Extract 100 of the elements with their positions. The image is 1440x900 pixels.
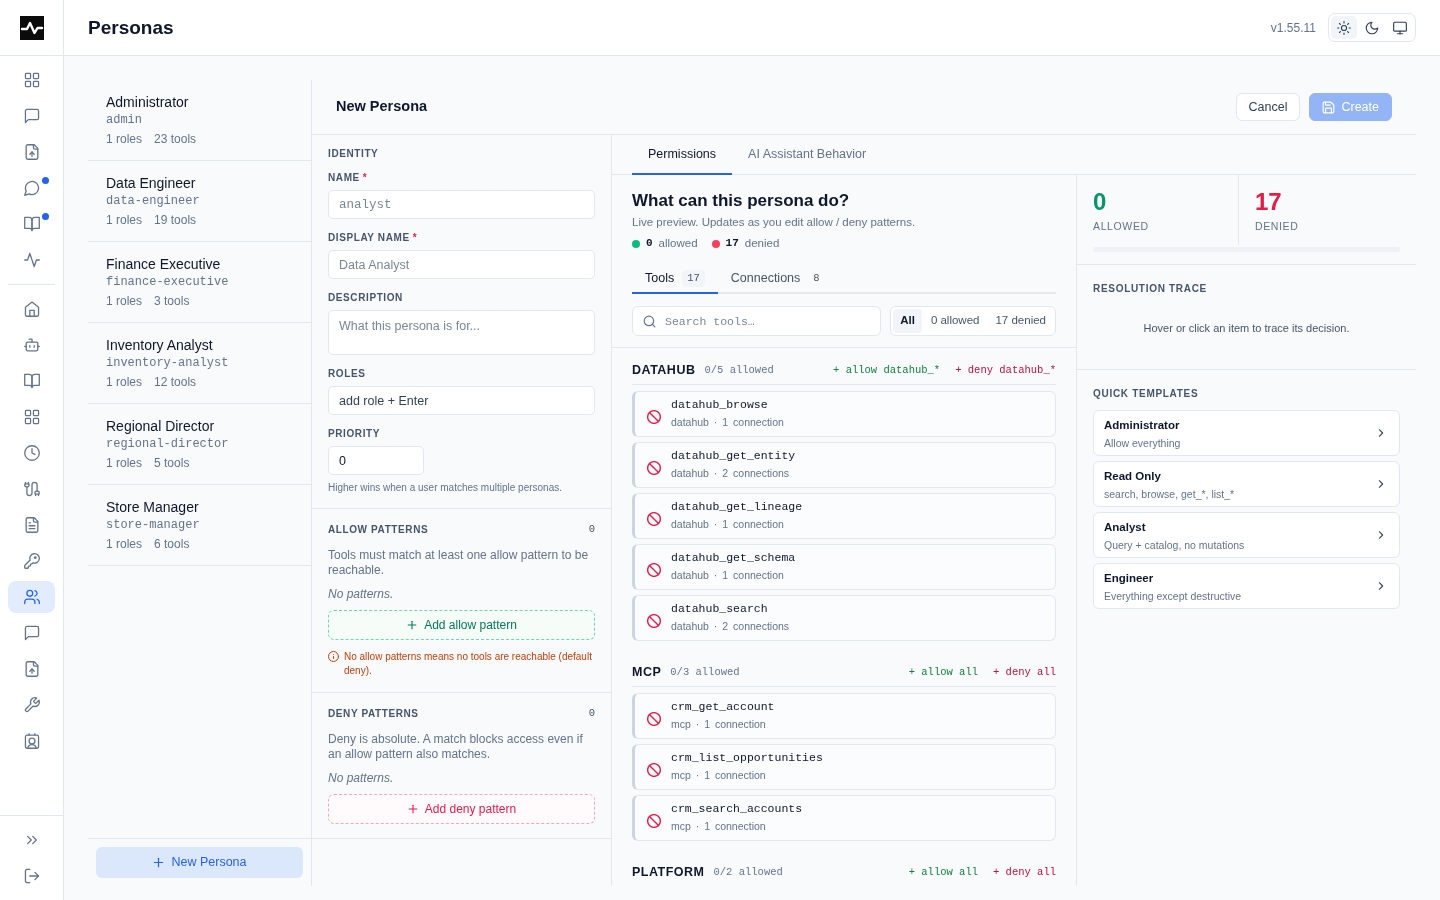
persona-name: Administrator [106, 93, 190, 111]
template-card[interactable]: Administrator Allow everything [1093, 410, 1400, 456]
roles-count: 1 roles [106, 293, 143, 310]
field-label: DISPLAY NAME [328, 232, 410, 243]
roles-count: 1 roles [106, 131, 143, 148]
status-dot-icon [632, 239, 640, 248]
open-book-icon [23, 216, 40, 232]
tools-count: 3 tools [154, 293, 190, 310]
open-book-icon [23, 373, 40, 389]
deny-link[interactable]: + deny datahub_* [955, 362, 1056, 379]
search-field[interactable]: Search tools… [632, 306, 882, 336]
preview-subtitle: Live preview. Updates as you edit allow / deny patterns. [632, 215, 917, 230]
template-name: Read Only [1104, 469, 1162, 484]
tab-count: 8 [812, 270, 821, 286]
robot-icon [23, 337, 40, 353]
textarea-field[interactable]: What this persona is for... [328, 310, 595, 355]
tool-meta: datahub · 1 connection [671, 568, 785, 582]
tools-count: 19 tools [154, 212, 197, 229]
stat-value: 17 [1255, 188, 1283, 216]
tag-input-field[interactable]: add role + Enter [328, 386, 595, 415]
tool-name: crm_get_account [671, 699, 775, 714]
wrench-icon [23, 697, 40, 713]
template-card[interactable]: Read Only search, browse, get_*, list_* [1093, 461, 1400, 507]
required-marker: * [362, 172, 367, 183]
tool-card[interactable]: crm_search_accounts mcp · 1 connection [632, 795, 1056, 841]
document-icon [23, 517, 40, 533]
tool-name: datahub_browse [671, 397, 769, 412]
grid-icon [23, 72, 40, 88]
number-input-field[interactable]: 0 [328, 446, 424, 475]
tools-count: 23 tools [154, 131, 197, 148]
persona-list-item[interactable]: Administrator admin 1 roles 23 tools [88, 80, 311, 161]
deny-link[interactable]: + deny all [993, 664, 1056, 681]
section-description: Tools must match at least one allow pattern to be reachable. [328, 547, 590, 578]
template-card[interactable]: Engineer Everything except destructive [1093, 563, 1400, 609]
section-heading: ALLOW PATTERNS [328, 523, 429, 536]
input-field[interactable]: analyst [328, 190, 595, 219]
add-deny-pattern-button[interactable]: Add deny pattern [328, 793, 595, 824]
tool-name: crm_search_accounts [671, 801, 803, 816]
tool-name: datahub_get_schema [671, 550, 796, 565]
sun-icon [1337, 20, 1351, 35]
nav-button[interactable] [8, 581, 55, 613]
allow-link[interactable]: + allow all [908, 664, 978, 681]
subtab[interactable]: Tools 17 [632, 264, 718, 294]
file-upload-icon [23, 144, 40, 160]
persona-slug: store-manager [106, 517, 201, 534]
persona-list-item[interactable]: Finance Executive finance-executive 1 roles 3 tools [88, 242, 311, 323]
editor-title: New Persona [336, 98, 428, 116]
group-summary: 0/5 allowed [704, 362, 774, 378]
tool-card[interactable]: datahub_get_entity datahub · 2 connections [632, 442, 1056, 488]
field-label: ROLES [328, 368, 366, 379]
stat-value: 0 [1093, 188, 1108, 216]
house-icon [23, 301, 40, 317]
legend-count: 0 [646, 236, 653, 251]
cable-icon [23, 481, 40, 497]
stat-label: DENIED [1255, 220, 1300, 233]
contact-card-icon [23, 733, 40, 749]
users-icon [23, 589, 40, 605]
tab[interactable]: AI Assistant Behavior [732, 135, 883, 175]
deny-link[interactable]: + deny all [993, 864, 1056, 881]
info-icon [328, 650, 339, 662]
persona-list-item[interactable]: Regional Director regional-director 1 roles 5 tools [88, 404, 311, 485]
filter-option[interactable]: All [893, 309, 922, 333]
filter-option[interactable]: 0 allowed [923, 309, 987, 333]
filter-option[interactable]: 17 denied [988, 309, 1053, 333]
legend-label: allowed [658, 236, 698, 251]
section-heading: QUICK TEMPLATES [1093, 388, 1200, 400]
tool-card[interactable]: datahub_get_schema datahub · 1 connection [632, 544, 1056, 590]
persona-list-item[interactable]: Inventory Analyst inventory-analyst 1 roles 12 tools [88, 323, 311, 404]
tool-card[interactable]: crm_list_opportunities mcp · 1 connection [632, 744, 1056, 790]
legend-count: 17 [725, 236, 739, 251]
preview-heading: What can this persona do? [632, 190, 851, 212]
template-description: Query + catalog, no mutations [1104, 538, 1246, 552]
group-heading: MCP [632, 664, 662, 682]
tab[interactable]: Permissions [632, 135, 733, 175]
persona-list-item[interactable]: Data Engineer data-engineer 1 roles 19 tools [88, 161, 311, 242]
template-card[interactable]: Analyst Query + catalog, no mutations [1093, 512, 1400, 558]
tool-card[interactable]: datahub_get_lineage datahub · 1 connection [632, 493, 1056, 539]
tool-card[interactable]: datahub_search datahub · 2 connections [632, 595, 1056, 641]
cancel-button[interactable]: Cancel [1235, 93, 1301, 121]
persona-slug: regional-director [106, 436, 230, 453]
allow-link[interactable]: + allow all [908, 864, 978, 881]
input-field[interactable]: Data Analyst [328, 250, 595, 279]
theme-button[interactable] [1331, 16, 1357, 39]
legend-label: denied [744, 236, 780, 251]
new-persona-button[interactable]: New Persona [96, 847, 303, 878]
allow-link[interactable]: + allow datahub_* [833, 362, 941, 379]
plus-icon [152, 856, 166, 869]
logout-icon [23, 868, 40, 884]
tool-card[interactable]: datahub_browse datahub · 1 connection [632, 391, 1056, 437]
template-name: Analyst [1104, 520, 1147, 535]
tool-card[interactable]: crm_get_account mcp · 1 connection [632, 693, 1056, 739]
logo-icon [19, 15, 44, 40]
tool-meta: datahub · 1 connection [671, 415, 784, 429]
persona-name: Regional Director [106, 417, 216, 435]
field-label: NAME [328, 172, 360, 183]
subtab[interactable]: Connections 8 [717, 264, 838, 294]
roles-count: 1 roles [106, 374, 143, 391]
template-name: Engineer [1104, 571, 1155, 586]
add-allow-pattern-button[interactable]: Add allow pattern [328, 609, 595, 640]
persona-list-item[interactable]: Store Manager store-manager 1 roles 6 tools [88, 485, 311, 566]
